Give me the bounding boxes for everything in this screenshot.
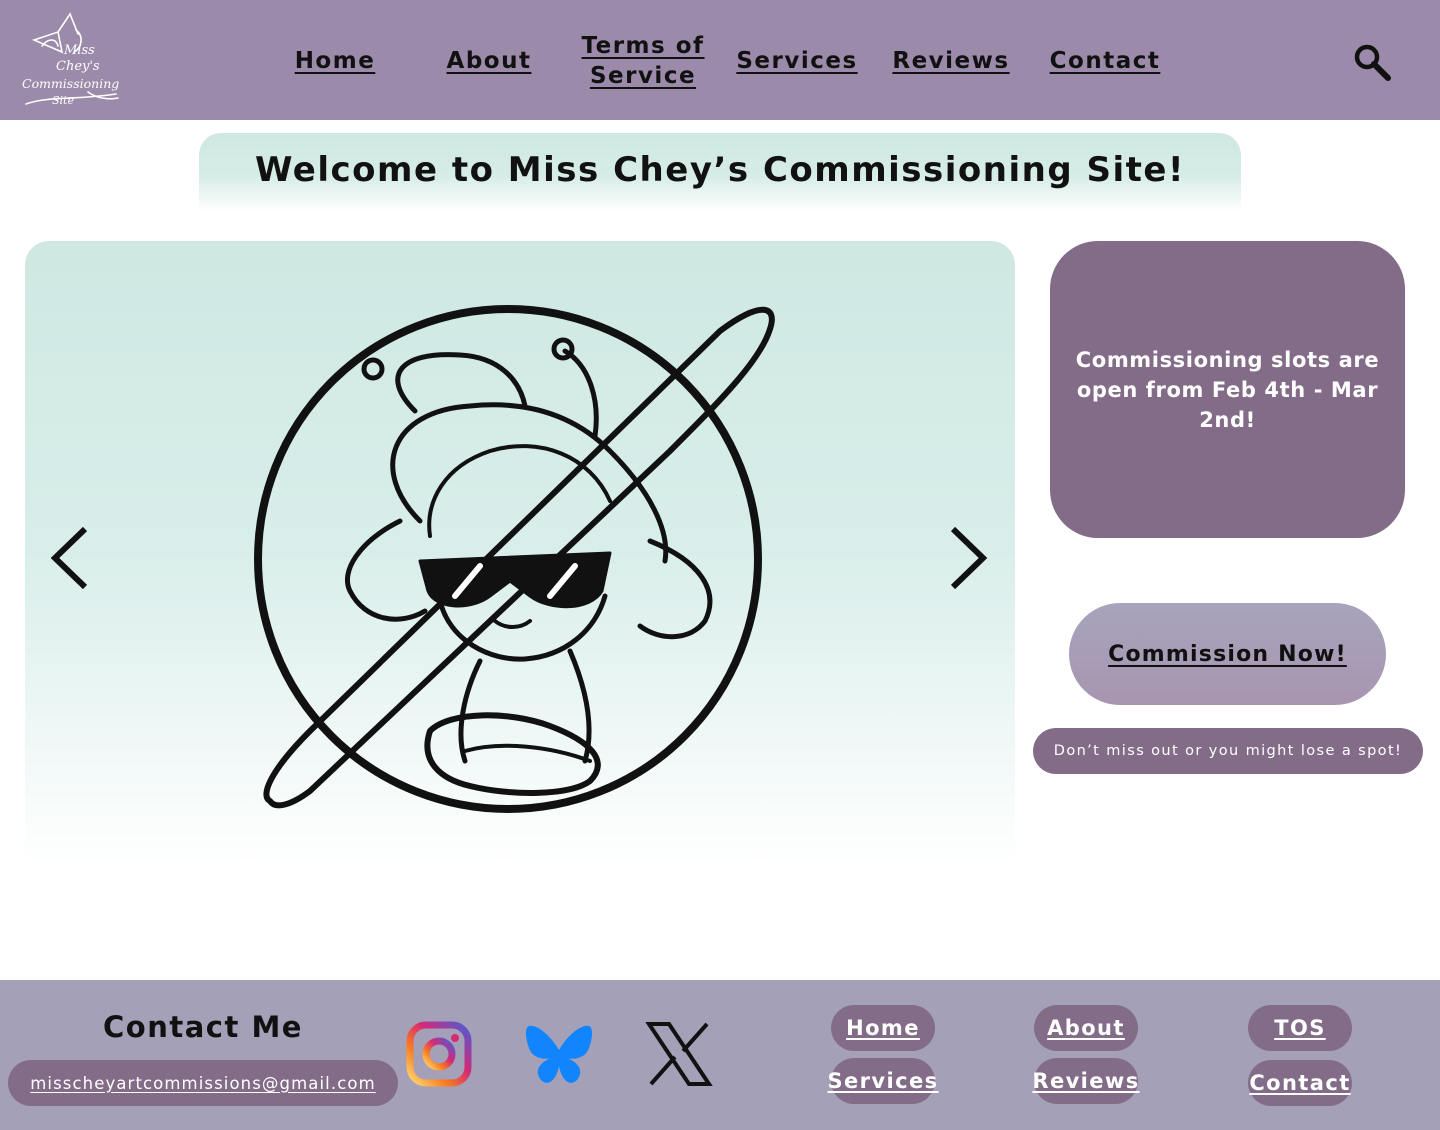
commission-now-button[interactable]: Commission Now!: [1069, 603, 1386, 705]
svg-text:Site: Site: [52, 94, 74, 107]
search-icon[interactable]: [1352, 42, 1392, 82]
footer-link-tos-label: TOS: [1274, 1016, 1326, 1040]
welcome-title: Welcome to Miss Chey’s Commissioning Sit…: [255, 150, 1185, 190]
email-link[interactable]: misscheyartcommissions@gmail.com: [8, 1060, 398, 1106]
nav-home[interactable]: Home: [275, 46, 395, 76]
chevron-right-icon[interactable]: [943, 523, 993, 593]
site-header: Miss Chey's Commissioning Site Home Abou…: [0, 0, 1440, 120]
footer-link-tos[interactable]: TOS: [1248, 1005, 1352, 1051]
site-footer: Contact Me misscheyartcommissions@gmail.…: [0, 980, 1440, 1130]
footer-link-contact-label: Contact: [1249, 1071, 1351, 1095]
svg-text:Miss: Miss: [63, 43, 95, 58]
footer-link-home[interactable]: Home: [831, 1005, 935, 1051]
welcome-banner: Welcome to Miss Chey’s Commissioning Sit…: [199, 133, 1241, 211]
nav-services[interactable]: Services: [732, 46, 862, 76]
footer-link-contact[interactable]: Contact: [1248, 1060, 1352, 1106]
footer-link-services[interactable]: Services: [828, 1058, 937, 1104]
slots-info-card: Commissioning slots are open from Feb 4t…: [1050, 241, 1405, 538]
instagram-icon[interactable]: [405, 1020, 473, 1088]
footer-link-about[interactable]: About: [1034, 1005, 1138, 1051]
nav-contact[interactable]: Contact: [1040, 46, 1170, 76]
notice-text: Don’t miss out or you might lose a spot!: [1053, 743, 1403, 759]
email-address: misscheyartcommissions@gmail.com: [30, 1073, 376, 1093]
footer-link-reviews[interactable]: Reviews: [1032, 1058, 1140, 1104]
footer-link-about-label: About: [1047, 1016, 1125, 1040]
nav-terms-line1: Terms of: [581, 33, 705, 59]
commission-now-label: Commission Now!: [1108, 641, 1347, 667]
chevron-left-icon[interactable]: [45, 523, 95, 593]
svg-text:Chey's: Chey's: [56, 59, 100, 74]
notice-pill: Don’t miss out or you might lose a spot!: [1033, 728, 1423, 774]
footer-link-home-label: Home: [846, 1016, 920, 1040]
nav-terms-of-service[interactable]: Terms of Service: [573, 31, 713, 91]
footer-link-services-label: Services: [827, 1069, 939, 1093]
svg-text:Commissioning: Commissioning: [22, 76, 119, 91]
nav-about[interactable]: About: [429, 46, 549, 76]
footer-link-reviews-label: Reviews: [1032, 1069, 1140, 1093]
nav-terms-line2: Service: [589, 63, 697, 89]
nav-reviews[interactable]: Reviews: [886, 46, 1016, 76]
slide-image: [254, 305, 775, 813]
image-slideshow: [25, 241, 1015, 866]
site-logo[interactable]: Miss Chey's Commissioning Site: [18, 8, 122, 112]
contact-title: Contact Me: [103, 1010, 303, 1044]
slots-info-text: Commissioning slots are open from Feb 4t…: [1075, 347, 1380, 432]
x-logo-icon[interactable]: [645, 1020, 713, 1088]
bluesky-butterfly-icon[interactable]: [525, 1020, 593, 1088]
